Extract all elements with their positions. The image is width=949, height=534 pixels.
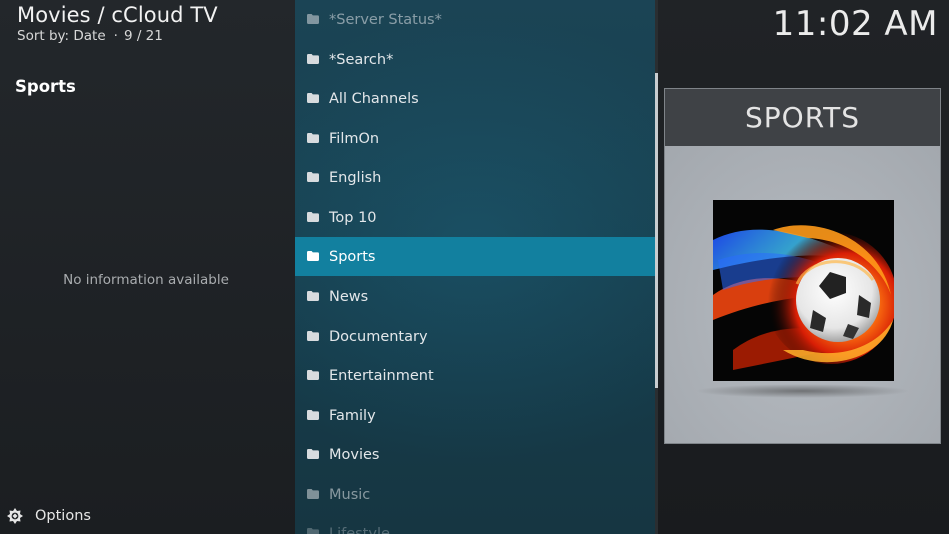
options-gear-icon <box>7 508 23 524</box>
list-item[interactable]: Family <box>295 396 655 435</box>
separator: · <box>113 28 118 44</box>
options-label: Options <box>35 508 91 524</box>
list-item-label: Entertainment <box>329 367 434 384</box>
list-item[interactable]: Documentary <box>295 317 655 356</box>
list-item[interactable]: All Channels <box>295 79 655 118</box>
folder-icon <box>307 528 319 534</box>
list-item[interactable]: Movies <box>295 435 655 474</box>
list-item-label: News <box>329 288 369 305</box>
item-position: 9 / 21 <box>123 28 163 44</box>
folder-icon <box>307 93 319 103</box>
info-panel: Movies / cCloud TV Sort by: Date · 9 / 21 … <box>0 0 295 534</box>
folder-icon <box>307 489 319 499</box>
list-item-label: *Search* <box>329 51 394 68</box>
no-info-message: No information available <box>63 272 229 288</box>
folder-icon <box>307 331 319 341</box>
list-item-label: Music <box>329 486 371 503</box>
folder-icon <box>307 251 319 261</box>
list-item[interactable]: *Search* <box>295 40 655 79</box>
list-item[interactable]: FilmOn <box>295 119 655 158</box>
list-item-label: Movies <box>329 446 380 463</box>
list-item[interactable]: News <box>295 277 655 316</box>
folder-icon <box>307 370 319 380</box>
list-item[interactable]: English <box>295 158 655 197</box>
options-button[interactable]: Options <box>6 505 91 527</box>
list-item-selected[interactable]: Sports <box>295 237 655 276</box>
list-item-label: English <box>329 169 382 186</box>
clock: 11:02 AM <box>772 4 938 44</box>
list-item[interactable]: Entertainment <box>295 356 655 395</box>
folder-icon <box>307 14 319 24</box>
sort-label[interactable]: Sort by: Date <box>17 28 106 44</box>
list-item-label: *Server Status* <box>329 11 442 28</box>
kodi-screen: Movies / cCloud TV Sort by: Date · 9 / 21 … <box>0 0 949 534</box>
selected-item-name: Sports <box>15 77 76 96</box>
list-item-label: Sports <box>329 248 376 265</box>
folder-icon <box>307 133 319 143</box>
list-item-label: FilmOn <box>329 130 380 147</box>
thumbnail-header: SPORTS <box>665 89 940 146</box>
list-item[interactable]: Music <box>295 475 655 514</box>
image-shadow <box>695 384 910 398</box>
list-item-label: Lifestyle <box>329 525 390 534</box>
list-item-label: All Channels <box>329 90 419 107</box>
sort-info: Sort by: Date · 9 / 21 <box>17 28 163 44</box>
folder-icon <box>307 54 319 64</box>
folder-icon <box>307 212 319 222</box>
list-item-label: Top 10 <box>329 209 377 226</box>
folder-list: *Server Status* *Search* All Channels Fi… <box>295 0 655 534</box>
list-item-label: Documentary <box>329 328 428 345</box>
list-item-label: Family <box>329 407 376 424</box>
thumbnail-body <box>665 146 940 443</box>
flaming-soccer-ball-image <box>713 200 894 381</box>
folder-icon <box>307 291 319 301</box>
list-item[interactable]: Top 10 <box>295 198 655 237</box>
folder-icon <box>307 449 319 459</box>
folder-icon <box>307 410 319 420</box>
category-thumbnail: SPORTS <box>664 88 941 444</box>
folder-icon <box>307 172 319 182</box>
thumbnail-title: SPORTS <box>745 101 860 134</box>
list-item[interactable]: *Server Status* <box>295 0 655 39</box>
list-item[interactable]: Lifestyle <box>295 514 655 534</box>
page-title: Movies / cCloud TV <box>17 3 218 27</box>
